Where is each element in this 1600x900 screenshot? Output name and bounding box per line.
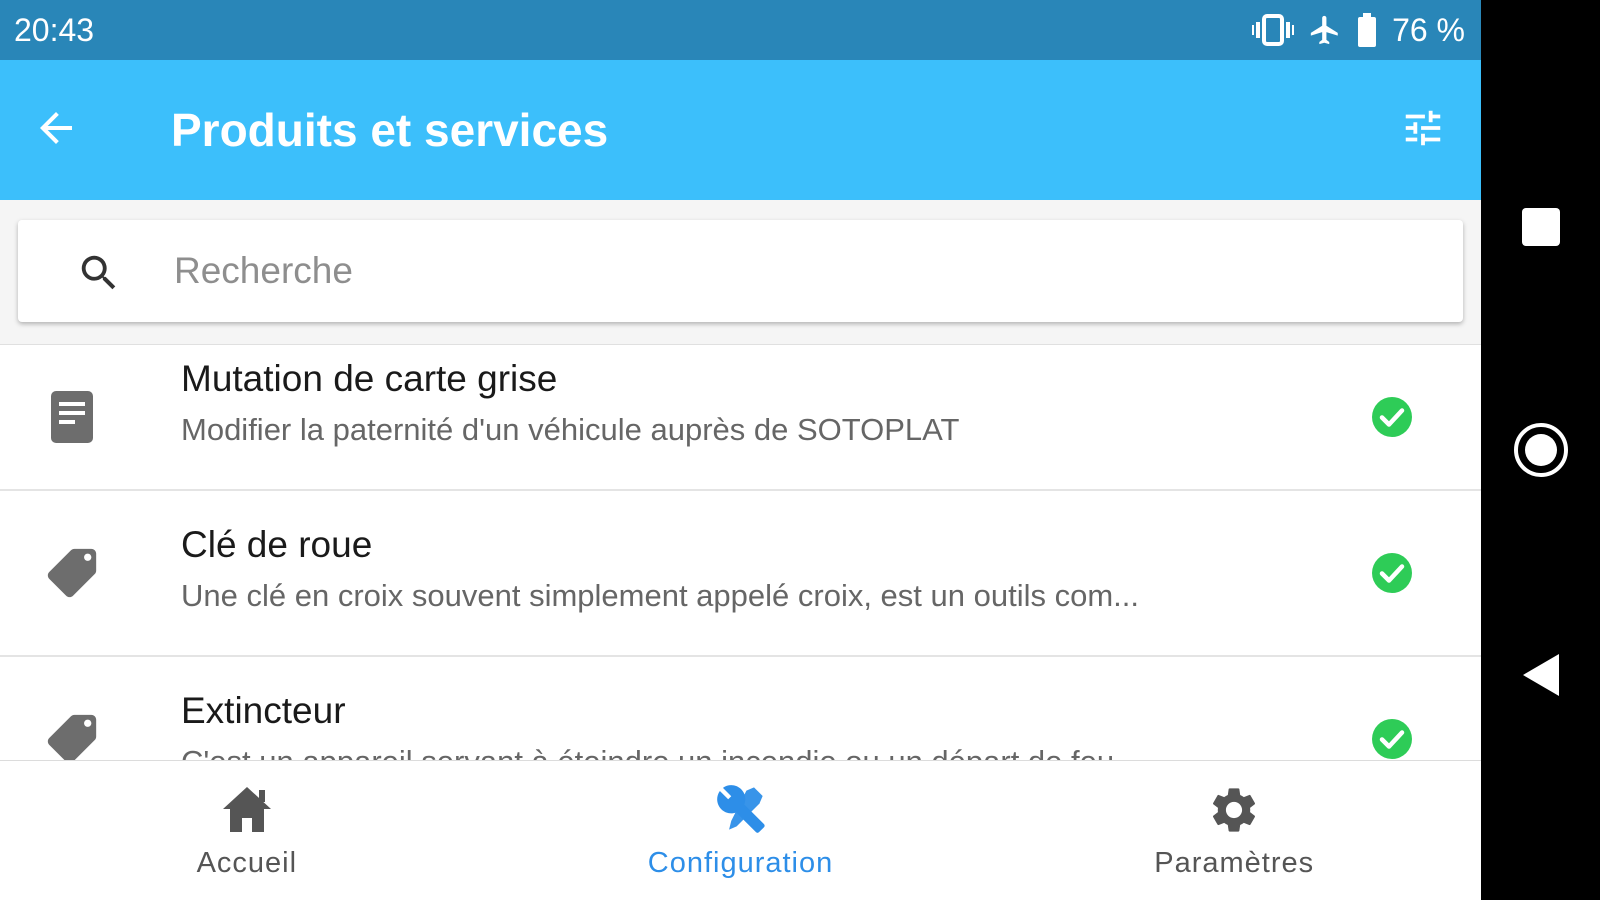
search-input[interactable] bbox=[154, 242, 1454, 300]
product-list: Mutation de carte grise Modifier la pate… bbox=[0, 344, 1481, 761]
vibrate-icon bbox=[1252, 13, 1295, 47]
list-item[interactable]: Extincteur C'est un appareil servant à é… bbox=[0, 657, 1481, 761]
item-title: Mutation de carte grise bbox=[181, 358, 558, 399]
nav-item-parametres[interactable]: Paramètres bbox=[987, 761, 1481, 900]
status-time: 20:43 bbox=[14, 12, 95, 48]
battery-icon bbox=[1356, 13, 1378, 47]
airplane-mode-icon bbox=[1308, 13, 1342, 47]
item-title: Extincteur bbox=[181, 690, 346, 731]
arrow-back-icon bbox=[32, 104, 80, 157]
app-screen: 20:43 76 % Produits et services Recherch… bbox=[0, 0, 1481, 900]
nav-label: Paramètres bbox=[1154, 847, 1315, 879]
system-navigation-bar bbox=[1481, 0, 1600, 900]
item-description: C'est un appareil servant à éteindre un … bbox=[181, 743, 1261, 761]
recent-apps-icon[interactable] bbox=[1520, 206, 1562, 253]
item-description: Une clé en croix souvent simplement appe… bbox=[181, 578, 1140, 613]
filter-button[interactable] bbox=[1391, 98, 1455, 162]
item-title: Clé de roue bbox=[181, 524, 373, 565]
document-icon bbox=[40, 385, 104, 449]
tools-icon bbox=[713, 783, 769, 840]
nav-label: Accueil bbox=[196, 847, 298, 879]
item-description: Modifier la paternité d'un véhicule aupr… bbox=[181, 412, 960, 447]
app-bar: Produits et services bbox=[0, 60, 1481, 200]
home-circle-icon[interactable] bbox=[1512, 421, 1570, 484]
home-icon bbox=[219, 783, 275, 840]
check-circle-icon bbox=[1371, 552, 1413, 594]
status-bar: 20:43 76 % bbox=[0, 0, 1481, 60]
search-bar bbox=[18, 220, 1463, 322]
check-circle-icon bbox=[1371, 718, 1413, 760]
nav-item-accueil[interactable]: Accueil bbox=[0, 761, 494, 900]
bottom-navigation: Accueil Configuration Paramètres bbox=[0, 760, 1481, 900]
tag-icon bbox=[40, 707, 104, 761]
nav-label: Configuration bbox=[647, 847, 834, 879]
tune-filter-icon bbox=[1400, 105, 1446, 156]
list-item[interactable]: Mutation de carte grise Modifier la pate… bbox=[0, 345, 1481, 491]
back-button[interactable] bbox=[24, 98, 88, 162]
page-title: Produits et services bbox=[171, 104, 609, 156]
list-item[interactable]: Clé de roue Une clé en croix souvent sim… bbox=[0, 491, 1481, 657]
check-circle-icon bbox=[1371, 396, 1413, 438]
status-icons: 76 % bbox=[1252, 10, 1465, 50]
search-icon bbox=[76, 250, 122, 301]
tag-icon bbox=[40, 541, 104, 605]
settings-gear-icon bbox=[1207, 783, 1261, 842]
battery-percentage: 76 % bbox=[1392, 12, 1465, 48]
nav-item-configuration[interactable]: Configuration bbox=[494, 761, 988, 900]
back-triangle-icon[interactable] bbox=[1521, 652, 1561, 703]
